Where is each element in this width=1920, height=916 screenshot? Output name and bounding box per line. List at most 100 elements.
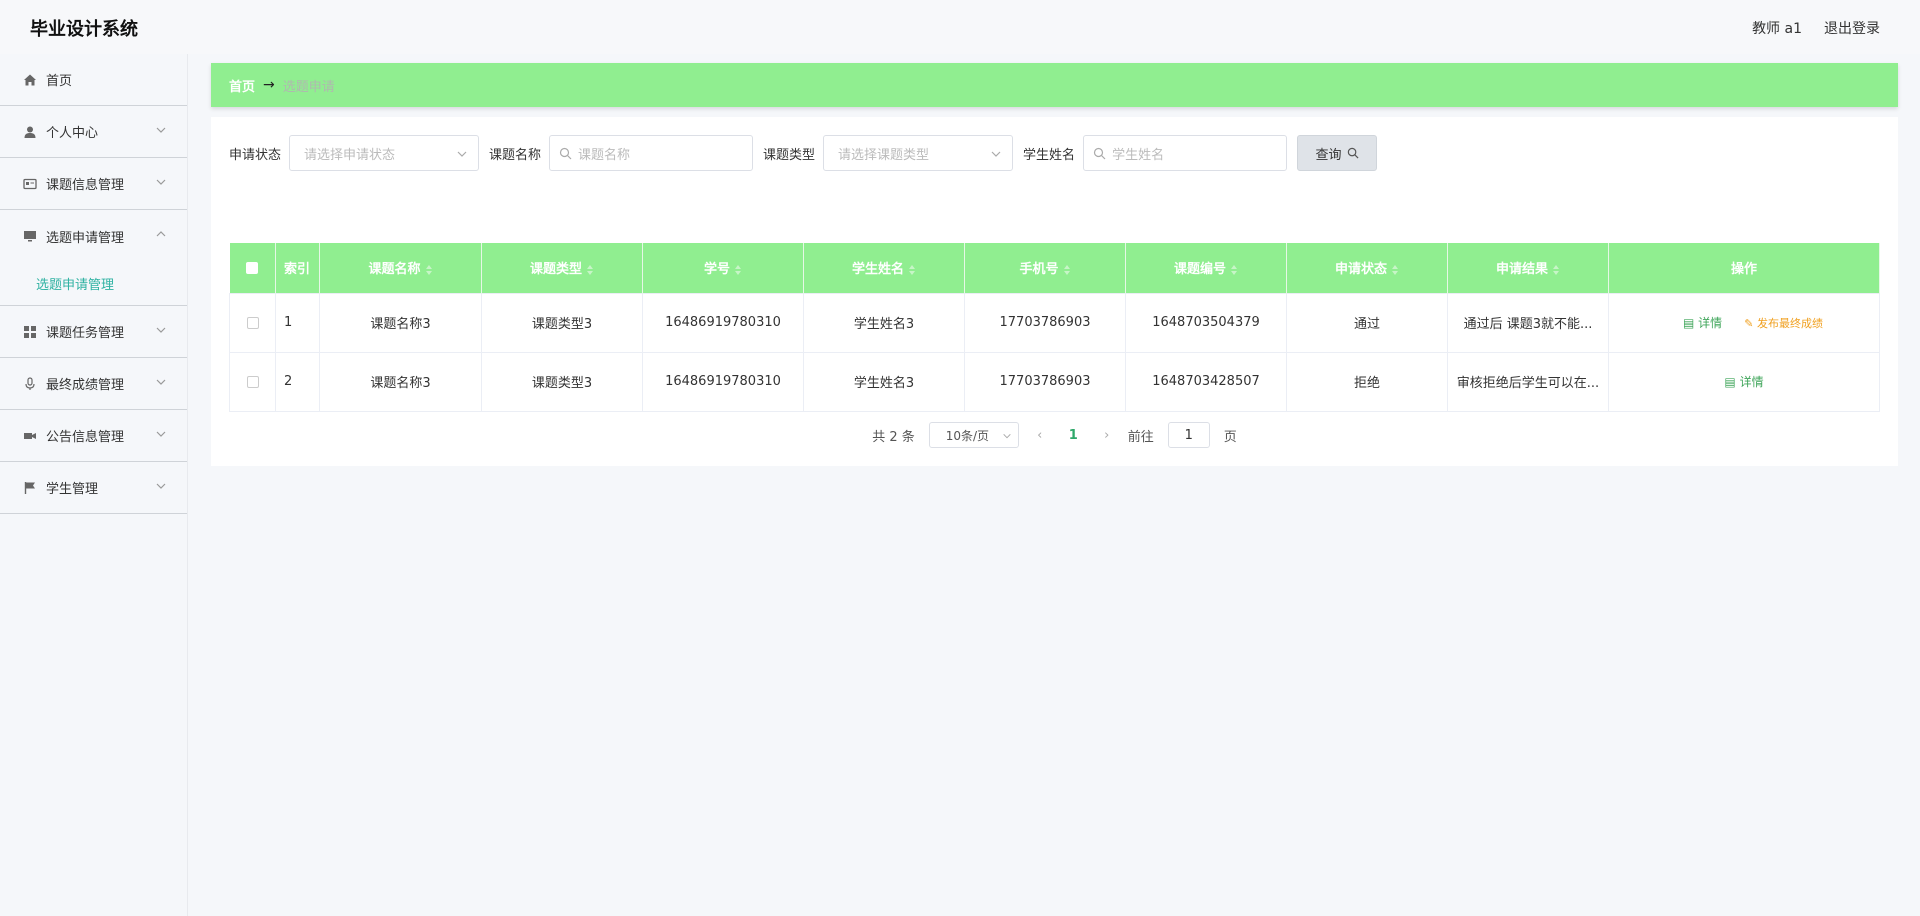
- detail-button[interactable]: ▤ 详情: [1683, 316, 1722, 330]
- chevron-down-icon: [1003, 433, 1011, 439]
- sidebar-item-announcement[interactable]: 公告信息管理: [0, 410, 187, 462]
- status-select[interactable]: 请选择申请状态: [289, 135, 480, 171]
- current-user[interactable]: 教师 a1: [1752, 18, 1802, 38]
- topic-type-select[interactable]: 请选择课题类型: [823, 135, 1014, 171]
- pagination: 共 2 条 10条/页 ‹ 1 › 前往 页: [211, 422, 1898, 448]
- page-size-select[interactable]: 10条/页: [928, 422, 1019, 448]
- sidebar-subitem-topic-application[interactable]: 选题申请管理: [0, 262, 187, 306]
- col-student-no[interactable]: 学号: [642, 243, 804, 293]
- cell-student-no: 16486919780310: [642, 351, 804, 412]
- sort-icon[interactable]: [1391, 264, 1399, 275]
- table-header-row: 索引 课题名称 课题类型 学号 学生姓名 手机号 课题编号 申请状态 申请结果 …: [229, 243, 1880, 293]
- col-topic-no[interactable]: 课题编号: [1125, 243, 1287, 293]
- topic-name-label: 课题名称: [489, 147, 542, 163]
- col-index: 索引: [275, 243, 320, 293]
- cell-status: 通过: [1286, 292, 1448, 353]
- user-icon: [22, 124, 38, 140]
- col-label: 课题编号: [1173, 262, 1226, 278]
- sort-icon[interactable]: [1552, 264, 1560, 275]
- query-button[interactable]: 查询: [1297, 135, 1378, 171]
- chevron-down-icon: [156, 179, 166, 185]
- application-table: 索引 课题名称 课题类型 学号 学生姓名 手机号 课题编号 申请状态 申请结果 …: [229, 243, 1880, 412]
- prev-page-button[interactable]: ‹: [1033, 428, 1047, 443]
- sort-icon[interactable]: [425, 264, 433, 275]
- col-topic-type[interactable]: 课题类型: [481, 243, 643, 293]
- topic-name-input[interactable]: 课题名称: [549, 135, 754, 171]
- next-page-button[interactable]: ›: [1100, 428, 1114, 443]
- detail-button[interactable]: ▤ 详情: [1724, 375, 1763, 389]
- sidebar-item-label: 最终成绩管理: [46, 378, 125, 393]
- col-label: 手机号: [1019, 262, 1059, 278]
- sidebar-item-label: 课题信息管理: [46, 178, 125, 193]
- cell-topic-no: 1648703428507: [1125, 351, 1287, 412]
- sidebar-item-final-score[interactable]: 最终成绩管理: [0, 358, 187, 410]
- app-title: 毕业设计系统: [30, 19, 138, 40]
- cell-index: 1: [275, 292, 320, 353]
- publish-score-label: 发布最终成绩: [1757, 317, 1824, 330]
- chevron-up-icon: [156, 231, 166, 237]
- status-label: 申请状态: [229, 147, 282, 163]
- col-result[interactable]: 申请结果: [1447, 243, 1609, 293]
- col-label: 申请结果: [1495, 262, 1548, 278]
- cell-topic-type: 课题类型3: [481, 292, 643, 353]
- goto-label: 前往: [1127, 429, 1154, 445]
- sort-icon[interactable]: [734, 264, 742, 275]
- row-select-cell: [229, 292, 276, 353]
- sort-icon[interactable]: [586, 264, 594, 275]
- table-row: 1 课题名称3 课题类型3 16486919780310 学生姓名3 17703…: [229, 292, 1880, 353]
- cell-student-no: 16486919780310: [642, 292, 804, 353]
- row-checkbox[interactable]: [246, 375, 259, 388]
- grid-icon: [22, 324, 38, 340]
- publish-score-button[interactable]: ✎ 发布最终成绩: [1744, 317, 1823, 330]
- cell-phone: 17703786903: [964, 351, 1126, 412]
- sidebar-item-personal-center[interactable]: 个人中心: [0, 106, 187, 158]
- chevron-down-icon: [156, 483, 166, 489]
- topic-name-placeholder: 课题名称: [578, 147, 631, 163]
- logout-button[interactable]: 退出登录: [1824, 18, 1880, 38]
- sidebar-item-label: 课题任务管理: [46, 326, 125, 341]
- row-checkbox[interactable]: [246, 316, 259, 329]
- page-jump-input[interactable]: [1167, 422, 1210, 448]
- doc-icon: ▤: [1724, 375, 1740, 389]
- sidebar-item-label: 首页: [46, 74, 73, 89]
- sort-icon[interactable]: [1230, 264, 1238, 275]
- sidebar-item-topic-info[interactable]: 课题信息管理: [0, 158, 187, 210]
- chevron-down-icon: [156, 379, 166, 385]
- cell-topic-name: 课题名称3: [319, 351, 482, 412]
- cell-topic-name: 课题名称3: [319, 292, 482, 353]
- sidebar-item-topic-application[interactable]: 选题申请管理: [0, 210, 187, 262]
- breadcrumb-home[interactable]: 首页: [229, 76, 255, 95]
- cell-topic-type: 课题类型3: [481, 351, 643, 412]
- breadcrumb: 首页 → 选题申请: [211, 63, 1898, 107]
- student-name-input[interactable]: 学生姓名: [1083, 135, 1288, 171]
- sidebar-item-topic-task[interactable]: 课题任务管理: [0, 306, 187, 358]
- doc-icon: ▤: [1682, 316, 1699, 330]
- col-label: 课题类型: [529, 262, 582, 278]
- select-all-checkbox[interactable]: [246, 261, 259, 274]
- cell-topic-no: 1648703504379: [1125, 292, 1287, 353]
- query-button-label: 查询: [1315, 147, 1342, 163]
- sidebar-item-label: 个人中心: [46, 126, 99, 141]
- page-unit-label: 页: [1223, 429, 1237, 445]
- sidebar-item-home[interactable]: 首页: [0, 54, 187, 106]
- cell-index: 2: [275, 351, 320, 412]
- col-student-name[interactable]: 学生姓名: [803, 243, 965, 293]
- col-phone[interactable]: 手机号: [964, 243, 1126, 293]
- sort-icon[interactable]: [908, 264, 916, 275]
- search-icon: [1093, 147, 1106, 160]
- student-name-placeholder: 学生姓名: [1112, 147, 1165, 163]
- cell-phone: 17703786903: [964, 292, 1126, 353]
- cell-result: 通过后 课题3就不能...: [1447, 292, 1609, 353]
- sidebar-item-label: 公告信息管理: [46, 430, 125, 445]
- page-number-current[interactable]: 1: [1061, 428, 1086, 443]
- detail-label: 详情: [1739, 375, 1764, 389]
- col-topic-name[interactable]: 课题名称: [319, 243, 482, 293]
- cell-result: 审核拒绝后学生可以在...: [1447, 351, 1609, 412]
- sidebar-item-student[interactable]: 学生管理: [0, 462, 187, 514]
- sort-icon[interactable]: [1063, 264, 1071, 275]
- search-form: 申请状态 请选择申请状态 课题名称 课题名称 课题类型 请选择课题类型 学生姓名…: [229, 135, 1378, 171]
- sidebar: 首页 个人中心 课题信息管理 选题申请管理 选题申请管理 课题任务管理 最终成绩…: [0, 54, 188, 916]
- card-icon: [22, 176, 38, 192]
- mic-icon: [22, 376, 38, 392]
- col-status[interactable]: 申请状态: [1286, 243, 1448, 293]
